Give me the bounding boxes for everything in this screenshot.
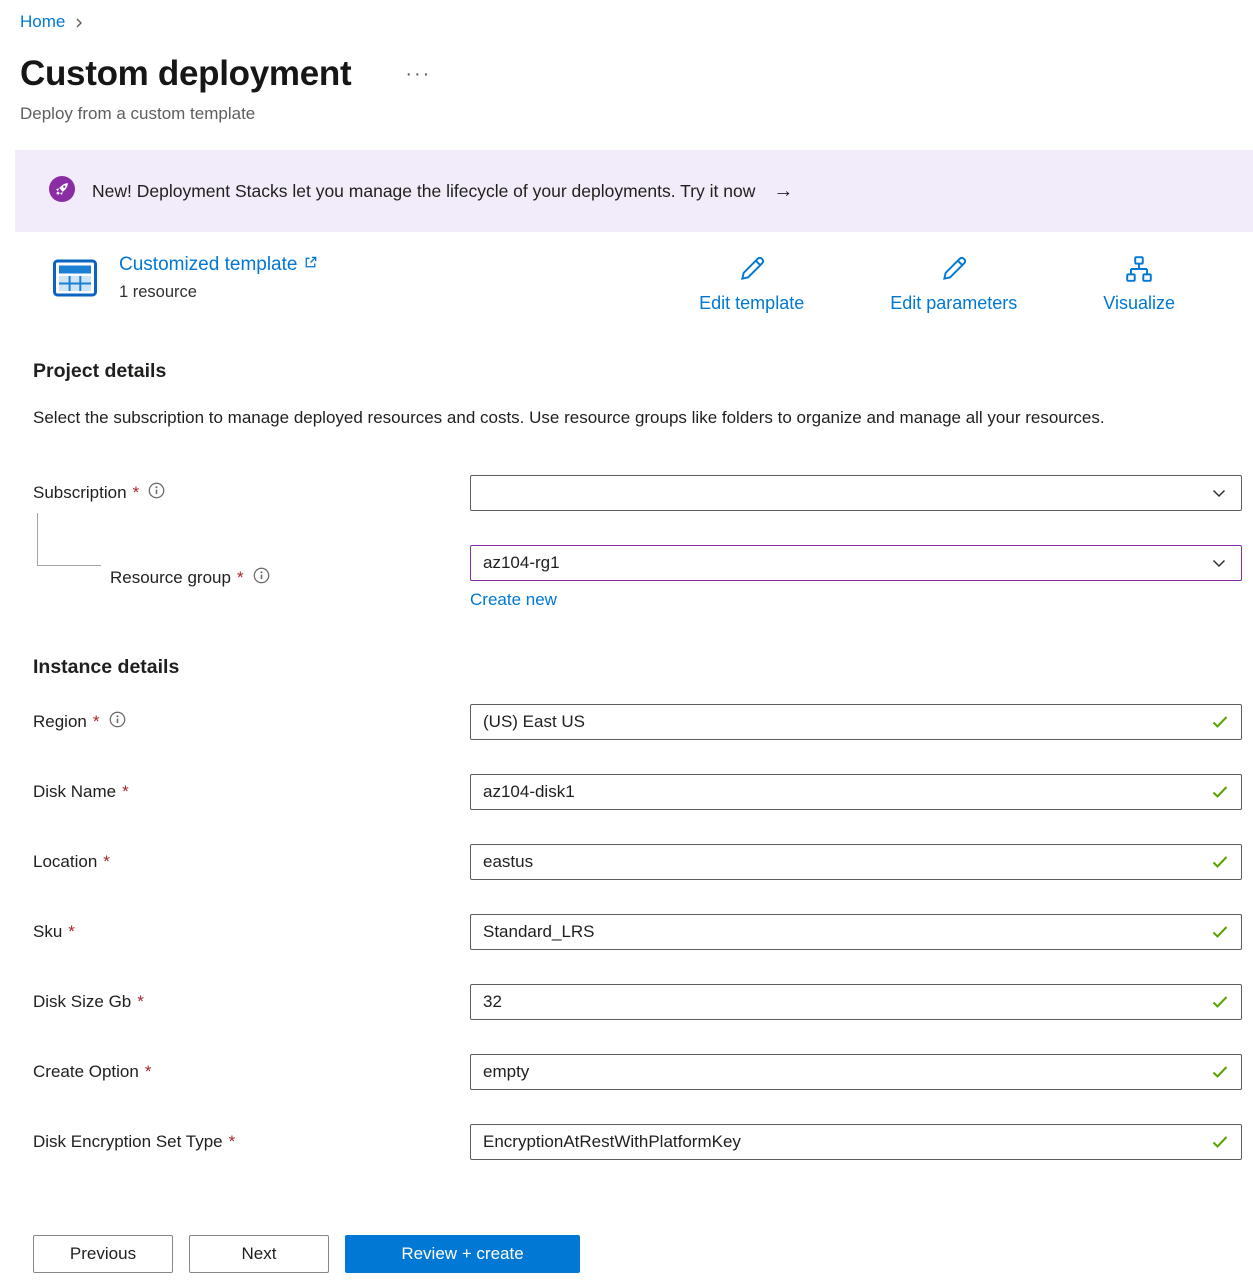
external-link-icon [303, 254, 318, 276]
disk-size-row: Disk Size Gb * [33, 984, 1242, 1020]
required-asterisk: * [93, 712, 100, 732]
pencil-icon [939, 254, 969, 287]
title-row: Custom deployment ··· [20, 50, 1253, 98]
location-label-text: Location [33, 852, 97, 872]
page-title: Custom deployment [20, 54, 351, 94]
create-option-label: Create Option * [33, 1062, 470, 1082]
banner-text: New! Deployment Stacks let you manage th… [92, 181, 755, 202]
template-icon [51, 254, 99, 307]
create-new-link[interactable]: Create new [470, 590, 557, 610]
resource-group-dropdown[interactable]: az104-rg1 [470, 545, 1242, 581]
chevron-right-icon [73, 17, 85, 29]
location-label: Location * [33, 852, 470, 872]
disk-size-label-text: Disk Size Gb [33, 992, 131, 1012]
region-row: Region * [33, 704, 1242, 740]
info-icon[interactable] [253, 567, 270, 589]
resource-group-connector [37, 513, 101, 566]
template-row: Customized template 1 resource [51, 254, 1175, 314]
instance-details-heading: Instance details [33, 656, 1242, 682]
subscription-label: Subscription * [33, 482, 470, 504]
subscription-label-text: Subscription [33, 483, 127, 503]
location-input[interactable] [470, 844, 1242, 880]
required-asterisk: * [237, 568, 244, 588]
resource-group-label: Resource group * [33, 567, 470, 589]
custom-deployment-page: Home Custom deployment ··· Deploy from a… [0, 0, 1253, 1280]
subscription-dropdown[interactable] [470, 475, 1242, 511]
create-option-row: Create Option * [33, 1054, 1242, 1090]
arrow-right-icon: → [773, 180, 793, 203]
disk-size-input[interactable] [470, 984, 1242, 1020]
footer-bar: Previous Next Review + create [0, 1204, 1253, 1280]
required-asterisk: * [137, 992, 144, 1012]
previous-button[interactable]: Previous [33, 1235, 173, 1273]
disk-encryption-set-type-row: Disk Encryption Set Type * [33, 1124, 1242, 1160]
disk-size-label: Disk Size Gb * [33, 992, 470, 1012]
breadcrumb-home-link[interactable]: Home [20, 12, 65, 32]
required-asterisk: * [122, 782, 129, 802]
disk-name-label: Disk Name * [33, 782, 470, 802]
edit-parameters-button[interactable]: Edit parameters [890, 254, 1017, 314]
create-option-input[interactable] [470, 1054, 1242, 1090]
page-subtitle: Deploy from a custom template [20, 104, 1253, 128]
required-asterisk: * [133, 483, 140, 503]
announcement-banner[interactable]: New! Deployment Stacks let you manage th… [15, 150, 1253, 232]
more-options-button[interactable]: ··· [399, 59, 437, 90]
visualize-button[interactable]: Visualize [1103, 254, 1175, 314]
edit-parameters-label: Edit parameters [890, 293, 1017, 314]
sku-label: Sku * [33, 922, 470, 942]
sku-label-text: Sku [33, 922, 62, 942]
required-asterisk: * [68, 922, 75, 942]
edit-template-button[interactable]: Edit template [699, 254, 804, 314]
edit-template-label: Edit template [699, 293, 804, 314]
disk-encryption-set-type-label-text: Disk Encryption Set Type [33, 1132, 223, 1152]
rocket-icon [48, 175, 76, 208]
disk-name-row: Disk Name * [33, 774, 1242, 810]
project-details-heading: Project details [33, 360, 1253, 386]
disk-encryption-set-type-input[interactable] [470, 1124, 1242, 1160]
org-chart-icon [1124, 254, 1154, 287]
required-asterisk: * [145, 1062, 152, 1082]
required-asterisk: * [229, 1132, 236, 1152]
resource-group-value: az104-rg1 [483, 553, 560, 573]
region-label-text: Region [33, 712, 87, 732]
create-option-label-text: Create Option [33, 1062, 139, 1082]
resource-group-row: Resource group * az104-rg1 Create new [33, 545, 1242, 610]
customized-template-link[interactable]: Customized template [119, 254, 318, 276]
required-asterisk: * [103, 852, 110, 872]
region-input[interactable] [470, 704, 1242, 740]
next-button[interactable]: Next [189, 1235, 329, 1273]
project-details-description: Select the subscription to manage deploy… [33, 402, 1183, 433]
disk-encryption-set-type-label: Disk Encryption Set Type * [33, 1132, 470, 1152]
customized-template-label: Customized template [119, 254, 297, 276]
disk-name-input[interactable] [470, 774, 1242, 810]
breadcrumb: Home [0, 0, 1253, 34]
resource-count: 1 resource [119, 283, 318, 302]
location-row: Location * [33, 844, 1242, 880]
disk-name-label-text: Disk Name [33, 782, 116, 802]
sku-input[interactable] [470, 914, 1242, 950]
resource-group-label-text: Resource group [110, 568, 231, 588]
sku-row: Sku * [33, 914, 1242, 950]
region-label: Region * [33, 711, 470, 733]
info-icon[interactable] [109, 711, 126, 733]
info-icon[interactable] [148, 482, 165, 504]
pencil-icon [737, 254, 767, 287]
review-create-button[interactable]: Review + create [345, 1235, 580, 1273]
subscription-row: Subscription * [33, 475, 1242, 511]
visualize-label: Visualize [1103, 293, 1175, 314]
